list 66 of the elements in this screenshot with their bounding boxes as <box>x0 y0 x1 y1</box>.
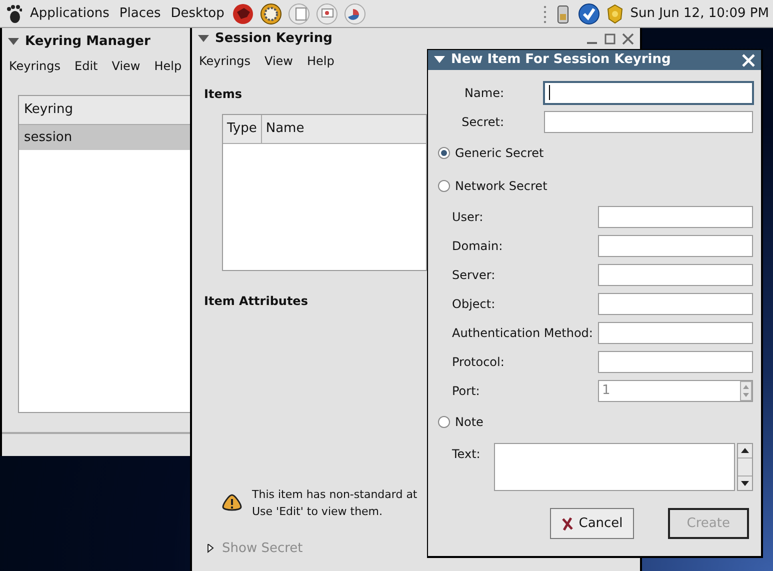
field-label: User: <box>452 208 484 226</box>
expander-icon <box>206 544 214 554</box>
radio-option[interactable]: Network Secret <box>438 176 548 194</box>
clock[interactable]: Sun Jun 12, 10:09 PM <box>630 4 769 24</box>
text-field[interactable] <box>598 206 753 228</box>
field-label: Server: <box>452 266 496 284</box>
scrollbar-icon[interactable] <box>737 443 753 491</box>
text-field[interactable] <box>598 234 753 256</box>
document-icon[interactable] <box>288 2 310 24</box>
chart-icon[interactable] <box>344 2 366 24</box>
window-menu-icon[interactable] <box>8 38 19 46</box>
radio-icon[interactable] <box>438 180 450 192</box>
drag-handle-icon <box>542 4 548 24</box>
menu-item[interactable]: Keyrings <box>194 51 256 71</box>
field-label: Port: <box>452 382 481 400</box>
menu-item[interactable]: Help <box>149 56 187 76</box>
menu-item[interactable]: View <box>106 56 146 76</box>
field-label: Object: <box>452 296 496 312</box>
presentation-icon[interactable] <box>316 2 338 24</box>
field-label: Secret: <box>460 114 504 130</box>
radio-icon[interactable] <box>438 146 450 158</box>
panel-menu[interactable]: Desktop <box>168 4 226 24</box>
text-field[interactable] <box>598 292 753 314</box>
field-label: Name: <box>464 84 504 102</box>
menu-item[interactable]: View <box>260 51 298 71</box>
text-field[interactable] <box>598 322 753 344</box>
maximize-icon[interactable] <box>604 32 616 44</box>
panel-menu[interactable]: Applications <box>28 4 112 24</box>
field-label: Domain: <box>452 238 504 254</box>
window-menu-icon[interactable] <box>198 34 209 42</box>
cancel-button[interactable]: Cancel <box>550 508 634 539</box>
section-heading: Item Attributes <box>204 293 308 310</box>
radio-option[interactable]: Generic Secret <box>438 144 544 162</box>
spin-arrows-icon[interactable] <box>740 380 752 400</box>
section-heading: Items <box>204 86 242 103</box>
badge-icon[interactable] <box>606 2 624 24</box>
column-header[interactable]: Keyring <box>19 96 193 124</box>
window-title: Keyring Manager <box>25 33 150 52</box>
menu-item[interactable]: Edit <box>70 56 103 76</box>
field-label: Text: <box>452 446 482 463</box>
check-icon[interactable] <box>578 2 600 24</box>
warning-icon <box>222 494 242 512</box>
radio-icon[interactable] <box>438 416 450 428</box>
gear-icon[interactable] <box>260 2 282 24</box>
field-label: Authentication Method: <box>452 324 594 342</box>
column-header[interactable]: Type <box>223 115 262 144</box>
panel-menu[interactable]: Places <box>117 4 163 24</box>
window-title: Session Keyring <box>215 30 332 48</box>
column-header[interactable]: Name <box>262 115 426 144</box>
text-field[interactable] <box>598 264 753 286</box>
window-menu-icon[interactable] <box>434 56 445 64</box>
spin-field[interactable]: 1 <box>598 380 753 402</box>
animal-head-icon[interactable] <box>232 2 254 24</box>
field-label: Protocol: <box>452 354 506 370</box>
text-field[interactable] <box>544 82 753 104</box>
menu-item[interactable]: Help <box>302 51 340 71</box>
dialog-title: New Item For Session Keyring <box>451 51 671 70</box>
list-row[interactable]: session <box>19 124 193 150</box>
menu-item[interactable]: Keyrings <box>4 56 66 76</box>
close-icon[interactable] <box>622 32 634 44</box>
text-field[interactable] <box>598 350 753 372</box>
foot-icon[interactable] <box>4 4 22 24</box>
radio-option[interactable]: Note <box>438 412 484 430</box>
warning-message: This item has non-standard at Use 'Edit' to view them. <box>252 487 418 520</box>
x-mark-icon <box>560 516 574 530</box>
text-field[interactable] <box>544 110 753 132</box>
